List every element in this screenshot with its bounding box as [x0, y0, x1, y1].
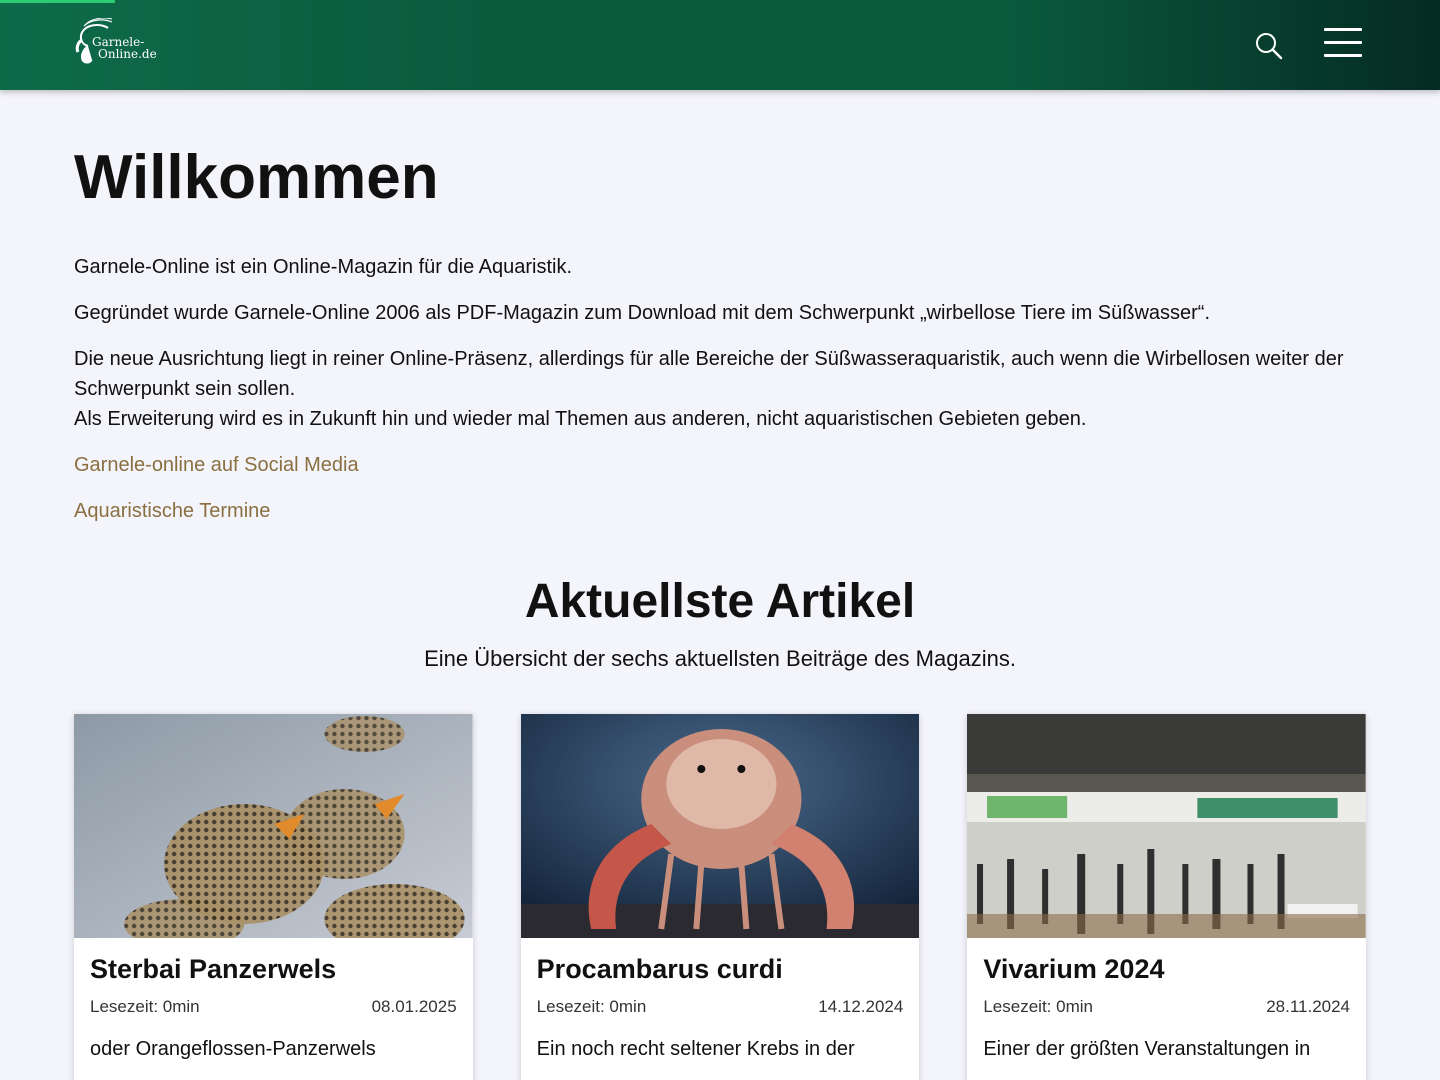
article-excerpt: Einer der größten Veranstaltungen in	[983, 1038, 1311, 1060]
article-meta: Lesezeit: 0min 14.12.2024	[537, 996, 904, 1018]
search-icon	[1256, 33, 1283, 60]
article-date: 14.12.2024	[818, 997, 904, 1016]
article-title[interactable]: Sterbai Panzerwels	[90, 952, 457, 986]
social-media-link[interactable]: Garnele-online auf Social Media	[74, 454, 359, 476]
article-excerpt: Ein noch recht seltener Krebs in der	[536, 1038, 855, 1060]
article-meta: Lesezeit: 0min 08.01.2025	[90, 996, 457, 1018]
reading-time: Lesezeit: 0min	[90, 997, 200, 1016]
page-title: Willkommen	[74, 143, 439, 212]
article-card[interactable]: Procambarus curdi Lesezeit: 0min 14.12.2…	[520, 714, 920, 1080]
scroll-progress-bar	[0, 0, 116, 3]
logo-text: Garnele- Online.de	[92, 35, 157, 61]
latest-articles-subtitle: Eine Übersicht der sechs aktuellsten Bei…	[424, 646, 1016, 671]
article-cards: Sterbai Panzerwels Lesezeit: 0min 08.01.…	[74, 714, 1367, 1080]
hamburger-line	[1324, 54, 1362, 57]
intro-paragraph-part: Die neue Ausrichtung liegt in reiner Onl…	[74, 348, 1344, 400]
reading-time: Lesezeit: 0min	[983, 997, 1093, 1016]
site-header: Garnele- Online.de	[0, 0, 1440, 90]
card-body: Procambarus curdi Lesezeit: 0min 14.12.2…	[521, 938, 920, 1078]
article-date: 08.01.2025	[371, 997, 457, 1016]
site-logo[interactable]: Garnele- Online.de	[74, 18, 157, 68]
intro-paragraph: Die neue Ausrichtung liegt in reiner Onl…	[74, 344, 1366, 434]
article-date: 28.11.2024	[1266, 997, 1351, 1016]
catfish-image	[74, 714, 473, 938]
hamburger-menu-icon	[1324, 28, 1362, 31]
article-excerpt: oder Orangeflossen-Panzerwels	[90, 1038, 376, 1060]
article-card[interactable]: Sterbai Panzerwels Lesezeit: 0min 08.01.…	[74, 714, 473, 1080]
article-meta: Lesezeit: 0min 28.11.2024	[983, 996, 1350, 1018]
intro-text: Garnele-Online ist ein Online-Magazin fü…	[74, 252, 1366, 526]
hamburger-line	[1324, 41, 1362, 44]
main-content: Willkommen Garnele-Online ist ein Online…	[0, 142, 1440, 1080]
menu-button[interactable]	[1324, 28, 1362, 62]
intro-paragraph: Garnele-Online ist ein Online-Magazin fü…	[74, 256, 573, 278]
article-card[interactable]: Vivarium 2024 Lesezeit: 0min 28.11.2024 …	[967, 714, 1367, 1080]
intro-paragraph-part: Als Erweiterung wird es in Zukunft hin u…	[74, 408, 1087, 430]
latest-articles-title: Aktuellste Artikel	[524, 575, 916, 628]
reading-time: Lesezeit: 0min	[536, 997, 647, 1016]
intro-paragraph: Gegründet wurde Garnele-Online 2006 als …	[74, 302, 1211, 324]
events-link[interactable]: Aquaristische Termine	[74, 500, 270, 522]
article-title[interactable]: Vivarium 2024	[983, 952, 1350, 986]
crayfish-image	[520, 714, 920, 938]
article-title[interactable]: Procambarus curdi	[537, 952, 904, 986]
card-body: Vivarium 2024 Lesezeit: 0min 28.11.2024 …	[967, 938, 1366, 1078]
exhibition-hall-image	[967, 714, 1367, 938]
card-body: Sterbai Panzerwels Lesezeit: 0min 08.01.…	[74, 938, 473, 1078]
search-button[interactable]	[1254, 31, 1284, 61]
